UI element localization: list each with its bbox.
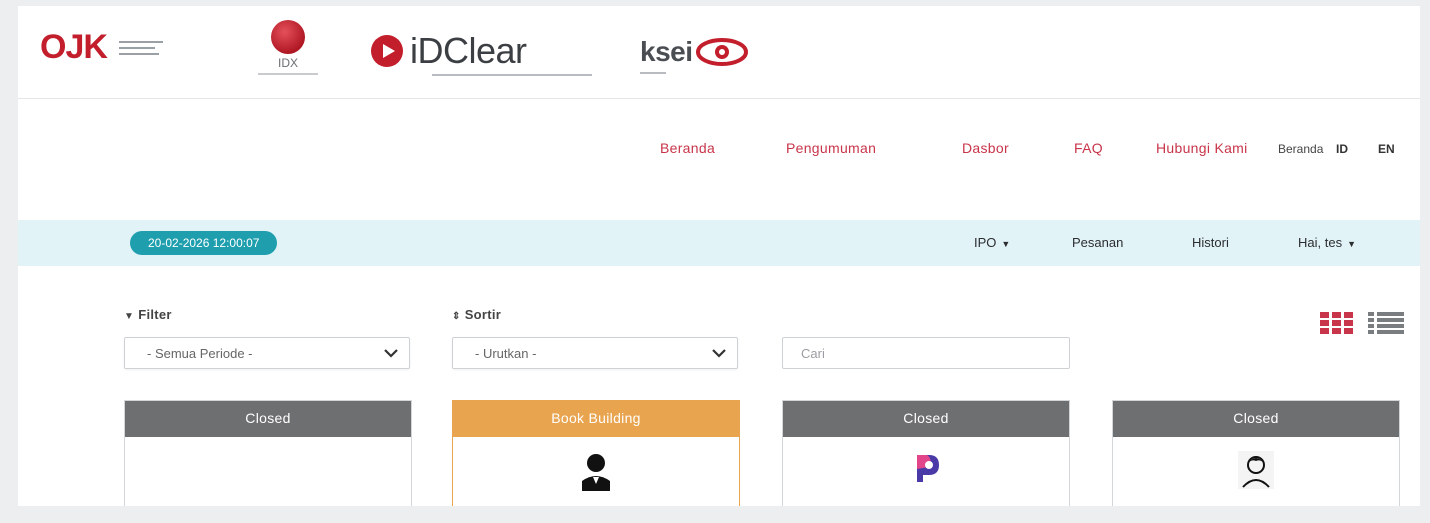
sort-label: ⇕ Sortir (452, 307, 501, 322)
sort-icon: ⇕ (452, 311, 461, 322)
card-status-badge: Closed (783, 401, 1069, 437)
ksei-logo-text: ksei (640, 36, 693, 67)
idx-globe-icon (271, 20, 305, 54)
company-logo-icon (917, 455, 939, 482)
filter-label-text: Filter (138, 307, 172, 322)
nav-faq[interactable]: FAQ (1074, 140, 1103, 156)
menu-pesanan[interactable]: Pesanan (1072, 235, 1123, 250)
nav-dasbor[interactable]: Dasbor (962, 140, 1009, 156)
server-datetime-badge: 20-02-2026 12:00:07 (130, 231, 278, 255)
ojk-logo-mark: OJK (40, 28, 108, 66)
card-status-badge: Book Building (453, 401, 739, 437)
idclear-logo: iDClear (370, 30, 592, 76)
user-menu-bar: 20-02-2026 12:00:07 IPO ▼ Pesanan Histori… (18, 220, 1420, 266)
idx-logo: IDX (256, 20, 320, 75)
partner-logo-strip: OJK IDX iDClear ksei (18, 6, 1420, 99)
sort-select-value: - Urutkan - (475, 346, 537, 361)
ipo-card[interactable]: Closed (782, 400, 1070, 506)
lang-id-button[interactable]: ID (1336, 142, 1348, 156)
menu-user-label: Hai, tes (1298, 235, 1343, 250)
menu-ipo-label: IPO (974, 235, 997, 250)
period-select[interactable]: - Semua Periode - (124, 337, 410, 369)
card-status-badge: Closed (125, 401, 411, 437)
company-avatar-icon (582, 454, 610, 491)
language-overlay-text: Beranda (1278, 142, 1324, 156)
nav-hubungi-kami[interactable]: Hubungi Kami (1156, 140, 1248, 156)
caret-down-icon: ▼ (1347, 238, 1356, 249)
ksei-logo: ksei (640, 36, 749, 74)
filter-label: ▼ Filter (124, 307, 172, 322)
idclear-logo-text: iDClear (410, 30, 527, 71)
filter-icon: ▼ (124, 311, 135, 322)
sort-select[interactable]: - Urutkan - (452, 337, 738, 369)
caret-down-icon: ▼ (1001, 238, 1011, 249)
sort-label-text: Sortir (464, 307, 502, 322)
menu-user[interactable]: Hai, tes ▼ (1298, 235, 1356, 250)
ksei-eye-icon (695, 38, 748, 66)
ipo-card[interactable]: Closed (124, 400, 412, 506)
search-input[interactable] (782, 337, 1070, 369)
chevron-down-icon (712, 349, 726, 358)
ojk-logo-tagline (118, 40, 163, 55)
idx-logo-text: IDX (277, 56, 298, 70)
idclear-play-icon (371, 35, 403, 67)
list-view-icon[interactable] (1368, 312, 1404, 334)
period-select-value: - Semua Periode - (147, 346, 253, 361)
ojk-logo: OJK (40, 28, 163, 67)
nav-pengumuman[interactable]: Pengumuman (786, 140, 876, 156)
page-frame: OJK IDX iDClear ksei Beranda Pengumuman … (18, 6, 1420, 506)
chevron-down-icon (384, 349, 398, 358)
menu-ipo[interactable]: IPO ▼ (974, 235, 1010, 250)
company-avatar-icon (1238, 451, 1274, 489)
card-status-badge: Closed (1113, 401, 1399, 437)
lang-en-button[interactable]: EN (1378, 142, 1395, 156)
ipo-card[interactable]: Book Building (452, 400, 740, 506)
menu-histori[interactable]: Histori (1192, 235, 1229, 250)
nav-beranda[interactable]: Beranda (660, 140, 715, 156)
grid-view-icon[interactable] (1320, 312, 1354, 334)
ipo-card[interactable]: Closed (1112, 400, 1400, 506)
main-navigation: Beranda Pengumuman Dasbor FAQ Hubungi Ka… (18, 98, 1420, 216)
